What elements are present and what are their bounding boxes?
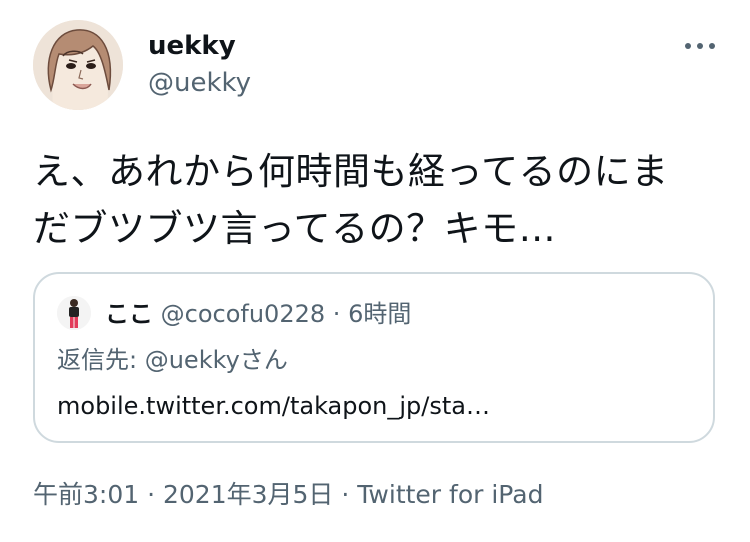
tweet-metadata: 午前3:01 · 2021年3月5日 · Twitter for iPad [33, 478, 543, 512]
quoted-link[interactable]: mobile.twitter.com/takapon_jp/sta… [57, 390, 490, 422]
tweet-time[interactable]: 午前3:01 [33, 480, 139, 509]
quoted-tweet-card[interactable]: ここ @cocofu0228 · 6時間 返信先: @uekkyさん mobil… [33, 272, 715, 443]
reply-to-mention[interactable]: @uekkyさん [145, 346, 288, 374]
quoted-handle[interactable]: @cocofu0228 [161, 300, 326, 328]
reply-to-line: 返信先: @uekkyさん [57, 344, 288, 376]
user-handle[interactable]: @uekky [148, 66, 251, 100]
tweet-text-line: え、あれから何時間も経ってるのにま [33, 150, 669, 193]
illustrated-woman-avatar-icon [33, 20, 123, 110]
separator: · [332, 300, 341, 328]
avatar[interactable] [33, 20, 123, 110]
separator: · [341, 480, 350, 509]
quoted-display-name[interactable]: ここ [105, 300, 153, 328]
display-name[interactable]: uekky [148, 29, 236, 63]
tweet-source-link[interactable]: Twitter for iPad [357, 480, 543, 509]
more-horizontal-icon [685, 43, 715, 49]
person-photo-avatar-icon [57, 296, 91, 330]
tweet-date[interactable]: 2021年3月5日 [163, 480, 333, 509]
more-options-button[interactable] [678, 30, 722, 64]
tweet-text-line: だブツブツ言ってるの？キモ… [33, 207, 557, 250]
quoted-time[interactable]: 6時間 [348, 300, 411, 328]
reply-to-label: 返信先: [57, 346, 145, 374]
tweet-text: え、あれから何時間も経ってるのにま だブツブツ言ってるの？キモ… [33, 143, 713, 257]
quoted-avatar[interactable] [57, 296, 91, 330]
separator: · [147, 480, 156, 509]
quoted-header: ここ @cocofu0228 · 6時間 [105, 298, 411, 330]
